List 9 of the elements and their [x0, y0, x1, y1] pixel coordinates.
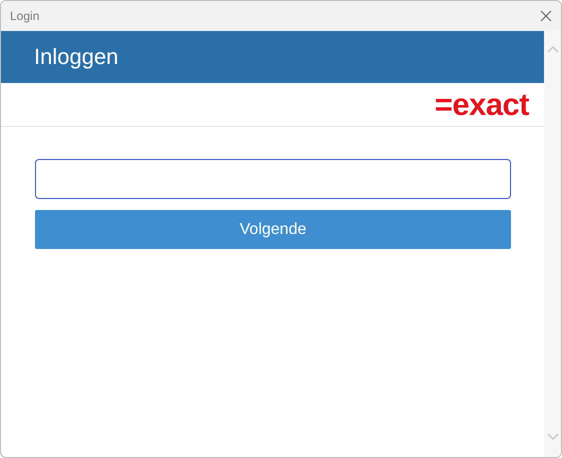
scroll-up-icon[interactable] — [546, 45, 558, 53]
scroll-down-icon[interactable] — [546, 433, 558, 441]
close-icon[interactable] — [540, 10, 552, 22]
window-title: Login — [10, 9, 40, 23]
next-button[interactable]: Volgende — [35, 210, 511, 249]
page-heading: Inloggen — [34, 44, 118, 70]
logo: =exact — [434, 89, 529, 120]
input-field[interactable] — [35, 159, 511, 199]
scrollbar[interactable] — [544, 31, 561, 457]
